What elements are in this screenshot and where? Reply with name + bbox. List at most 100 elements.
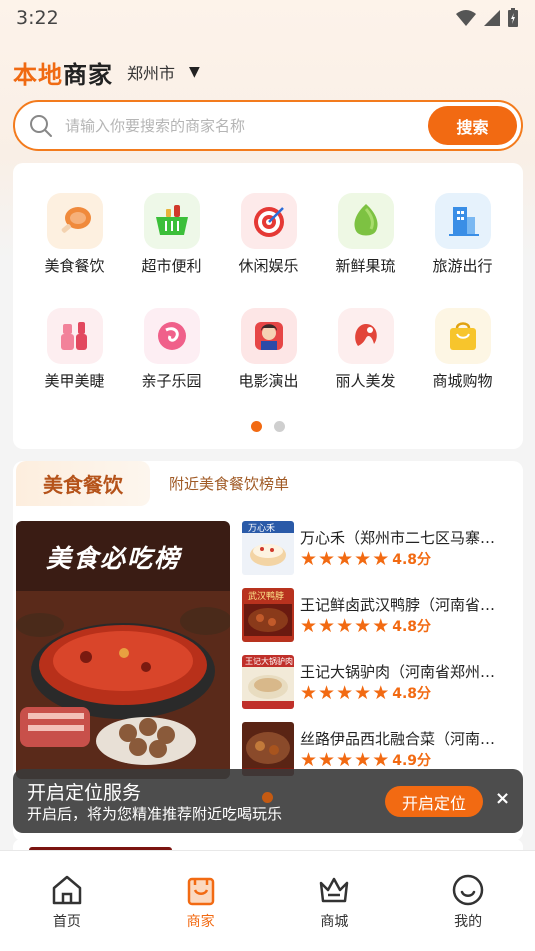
ranking-item[interactable]: 万心禾 万心禾（郑州市二七区马寨镇店） ★ ★ ★ ★ ★ 4.8分 bbox=[242, 521, 512, 588]
thumbnail-label: 武汉鸭脖 bbox=[248, 592, 285, 602]
tab-merchant[interactable]: 商家 bbox=[134, 851, 268, 951]
category-label: 新鲜果琉 bbox=[335, 257, 396, 275]
carousel-dot bbox=[262, 792, 273, 803]
home-icon bbox=[52, 875, 82, 905]
status-time: 3:22 bbox=[16, 7, 59, 29]
page-title: 本地商家 bbox=[13, 55, 113, 90]
star-icon: ★ bbox=[300, 748, 318, 771]
category-label: 美甲美睫 bbox=[44, 372, 105, 390]
target-icon bbox=[240, 193, 297, 249]
category-pager bbox=[13, 421, 523, 432]
rating-score: 4.9分 bbox=[392, 753, 432, 769]
search-bar: 请输入你要搜索的商家名称 搜索 bbox=[13, 100, 523, 151]
tab-mine[interactable]: 我的 bbox=[401, 851, 535, 951]
tab-label: 商城 bbox=[320, 914, 349, 930]
pager-dot[interactable] bbox=[274, 421, 285, 432]
food-section-subtitle: 附近美食餐饮榜单 bbox=[169, 475, 290, 493]
nail-polish-icon bbox=[46, 308, 103, 364]
category-label: 美食餐饮 bbox=[44, 257, 105, 275]
category-label: 旅游出行 bbox=[432, 257, 493, 275]
star-icon: ★ bbox=[318, 748, 336, 771]
page-header: 本地商家 郑州市 ▼ bbox=[13, 54, 200, 90]
category-label: 超市便利 bbox=[141, 257, 202, 275]
rating-stars: ★ ★ ★ ★ ★ 4.8分 bbox=[300, 683, 431, 703]
tab-label: 商家 bbox=[186, 914, 215, 930]
star-icon: ★ bbox=[336, 614, 354, 637]
category-fruit[interactable]: 新鲜果琉 bbox=[317, 193, 414, 276]
ranking-item[interactable]: 王记大锅驴肉 王记大锅驴肉（河南省郑州市店） ★ ★ ★ ★ ★ 4.8分 bbox=[242, 655, 512, 722]
category-travel[interactable]: 旅游出行 bbox=[414, 193, 511, 276]
ranking-thumbnail: 武汉鸭脖 bbox=[242, 588, 294, 642]
enable-location-button[interactable]: 开启定位 bbox=[385, 786, 483, 817]
star-icon: ★ bbox=[300, 681, 318, 704]
food-banner[interactable]: 美食必吃榜 bbox=[16, 521, 230, 779]
star-icon: ★ bbox=[318, 614, 336, 637]
category-entertainment[interactable]: 休闲娱乐 bbox=[220, 193, 317, 276]
category-movie[interactable]: 电影演出 bbox=[220, 308, 317, 391]
ham-icon bbox=[46, 193, 103, 249]
search-input[interactable]: 请输入你要搜索的商家名称 bbox=[65, 115, 428, 136]
wifi-icon bbox=[456, 10, 476, 26]
category-supermarket[interactable]: 超市便利 bbox=[123, 193, 220, 276]
actor-icon bbox=[240, 308, 297, 364]
location-toast: 开启定位服务 开启后，将为您精准推荐附近吃喝玩乐 开启定位 × bbox=[13, 769, 523, 833]
ranking-thumbnail: 万心禾 bbox=[242, 521, 294, 575]
category-label: 电影演出 bbox=[238, 372, 299, 390]
star-icon: ★ bbox=[372, 681, 390, 704]
category-kids[interactable]: 亲子乐园 bbox=[123, 308, 220, 391]
close-icon[interactable]: × bbox=[495, 788, 510, 809]
ranking-item[interactable]: 武汉鸭脖 王记鲜卤武汉鸭脖（河南省郑州市） ★★★★★ 4.8分 bbox=[242, 588, 512, 655]
crown-icon bbox=[320, 877, 349, 903]
star-icon: ★ bbox=[372, 547, 390, 570]
star-icon: ★ bbox=[354, 614, 372, 637]
ranking-thumbnail bbox=[242, 722, 294, 776]
status-bar: 3:22 bbox=[0, 0, 535, 36]
baby-icon bbox=[143, 308, 200, 364]
thumbnail-label: 万心禾 bbox=[248, 524, 276, 534]
smile-icon bbox=[452, 874, 484, 906]
star-icon: ★ bbox=[372, 748, 390, 771]
star-icon: ★ bbox=[354, 681, 372, 704]
ranking-name: 丝路伊品西北融合菜（河南店） bbox=[300, 730, 506, 748]
star-icon: ★ bbox=[318, 547, 336, 570]
food-section-tab[interactable]: 美食餐饮 bbox=[16, 461, 150, 506]
rating-score: 4.8分 bbox=[392, 619, 432, 635]
star-icon: ★ bbox=[300, 547, 318, 570]
title-part-merchant: 商家 bbox=[63, 60, 113, 89]
toast-subtitle: 开启后，将为您精准推荐附近吃喝玩乐 bbox=[27, 805, 283, 823]
category-food[interactable]: 美食餐饮 bbox=[26, 193, 123, 276]
ranking-thumbnail: 王记大锅驴肉 bbox=[242, 655, 294, 709]
bottom-tab-bar: 首页 商家 商城 我的 bbox=[0, 850, 535, 951]
tab-home[interactable]: 首页 bbox=[0, 851, 134, 951]
title-part-local: 本地 bbox=[13, 60, 63, 89]
search-icon bbox=[30, 114, 52, 137]
ranking-list: 万心禾 万心禾（郑州市二七区马寨镇店） ★ ★ ★ ★ ★ 4.8分 武汉鸭脖 王记鲜卤… bbox=[242, 521, 512, 789]
search-button[interactable]: 搜索 bbox=[428, 106, 517, 145]
category-label: 亲子乐园 bbox=[141, 372, 202, 390]
category-beauty[interactable]: 丽人美发 bbox=[317, 308, 414, 391]
category-mall[interactable]: 商城购物 bbox=[414, 308, 511, 391]
category-label: 休闲娱乐 bbox=[238, 257, 299, 275]
category-card: 美食餐饮 超市便利 休闲娱乐 新鲜果琉 旅游出行 美甲美睫 亲子乐园 电影演出 … bbox=[13, 163, 523, 449]
tab-mall[interactable]: 商城 bbox=[268, 851, 402, 951]
tab-label: 我的 bbox=[454, 914, 483, 930]
star-icon: ★ bbox=[318, 681, 336, 704]
star-icon: ★ bbox=[336, 748, 354, 771]
pager-dot-active[interactable] bbox=[251, 421, 262, 432]
chevron-down-icon[interactable]: ▼ bbox=[189, 64, 200, 80]
category-label: 商城购物 bbox=[432, 372, 493, 390]
banner-text: 美食必吃榜 bbox=[46, 544, 182, 573]
city-selector[interactable]: 郑州市 bbox=[127, 60, 175, 84]
rating-stars: ★ ★ ★ ★ ★ 4.8分 bbox=[300, 549, 431, 569]
thumbnail-label: 王记大锅驴肉 bbox=[245, 657, 293, 666]
ranking-name: 王记鲜卤武汉鸭脖（河南省郑州市） bbox=[300, 596, 506, 614]
star-icon: ★ bbox=[336, 681, 354, 704]
star-icon: ★ bbox=[336, 547, 354, 570]
shopping-bag-icon bbox=[434, 308, 491, 364]
building-icon bbox=[434, 193, 491, 249]
signal-icon bbox=[484, 10, 500, 26]
tab-label: 首页 bbox=[52, 914, 81, 930]
rating-score: 4.8分 bbox=[392, 686, 432, 702]
category-nails[interactable]: 美甲美睫 bbox=[26, 308, 123, 391]
fruit-icon bbox=[337, 193, 394, 249]
